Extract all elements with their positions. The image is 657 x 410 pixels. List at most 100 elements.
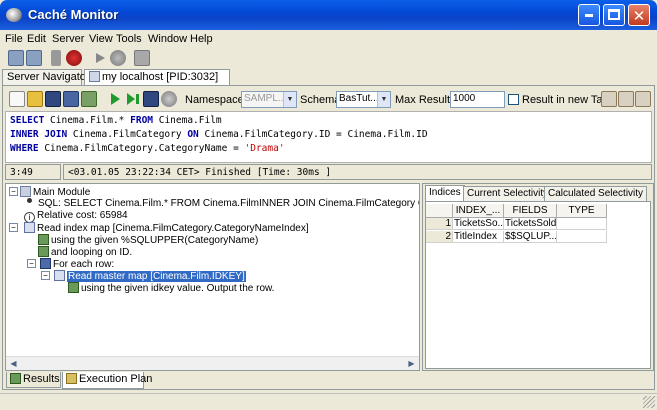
menu-bar: File Edit Server View Tools Window Help (0, 30, 657, 48)
table-cell[interactable] (557, 231, 607, 243)
menu-server[interactable]: Server (52, 33, 84, 45)
chevron-down-icon: ▼ (377, 92, 390, 107)
scroll-right-icon[interactable]: ▶ (405, 358, 418, 370)
table-cell[interactable]: TitleIndex (453, 231, 504, 243)
table-cell[interactable] (557, 218, 607, 230)
sql-line-2: INNER JOIN Cinema.FilmCategory ON Cinema… (10, 128, 647, 142)
map-icon (54, 270, 65, 281)
print-icon[interactable] (635, 91, 651, 107)
copy-icon[interactable] (81, 91, 97, 107)
plan-root[interactable]: Main Module (20, 186, 90, 198)
minimize-button[interactable] (578, 4, 600, 26)
tab-current-selectivity[interactable]: Current Selectivity (463, 186, 553, 201)
window-title-bar[interactable]: Caché Monitor ✕ (0, 0, 657, 30)
window-status-bar (0, 393, 657, 410)
bullet-icon (27, 198, 32, 203)
plan-read-master[interactable]: Read master map [Cinema.Film.IDKEY] (54, 270, 246, 282)
save-icon[interactable] (45, 91, 61, 107)
map-icon (24, 222, 35, 233)
plan-for-each[interactable]: For each row: (40, 258, 114, 270)
plan-sql[interactable]: SQL: SELECT Cinema.Film.* FROM Cinema.Fi… (24, 198, 419, 210)
run-step-icon[interactable] (125, 91, 141, 107)
tab-server-navigator[interactable]: Server Navigator (2, 69, 90, 85)
tab-localhost[interactable]: my localhost [PID:3032] (84, 69, 230, 85)
process-icon[interactable] (66, 50, 82, 66)
cursor-position: 3:49 (5, 164, 61, 180)
sql-text: Cinema.FilmCategory (67, 129, 188, 140)
sql-line-3: WHERE Cinema.FilmCategory.CategoryName =… (10, 142, 647, 156)
plan-cost[interactable]: i Relative cost: 65984 (24, 210, 128, 223)
connection-icon (89, 71, 100, 82)
new-query-icon[interactable] (9, 91, 25, 107)
collapse-icon[interactable]: − (41, 271, 50, 280)
sql-keyword: ON (187, 129, 199, 140)
import-icon[interactable] (618, 91, 634, 107)
tab-indices[interactable]: Indices (425, 185, 465, 201)
table-cell[interactable]: TicketsSo... (453, 218, 504, 230)
collapse-icon[interactable]: − (9, 187, 18, 196)
scroll-left-icon[interactable]: ◀ (7, 358, 20, 370)
resize-grip[interactable] (643, 396, 655, 408)
sql-editor[interactable]: SELECT Cinema.Film.* FROM Cinema.Film IN… (5, 111, 652, 163)
close-button[interactable]: ✕ (628, 4, 650, 26)
sql-keyword: FROM (130, 115, 154, 126)
collapse-icon[interactable]: − (9, 223, 18, 232)
module-icon (20, 186, 31, 197)
max-results-input[interactable]: 1000 (450, 91, 505, 108)
disconnect-icon[interactable] (26, 50, 42, 66)
table-row-number-header (426, 204, 453, 218)
cancel-query-icon[interactable] (161, 91, 177, 107)
sql-text: Cinema.Film (153, 115, 222, 126)
collapse-icon[interactable]: − (27, 259, 36, 268)
main-toolbar (0, 48, 657, 68)
menu-edit[interactable]: Edit (27, 33, 46, 45)
execution-plan-tree[interactable]: − Main Module SQL: SELECT Cinema.Film.* … (5, 183, 420, 371)
export-icon[interactable] (601, 91, 617, 107)
app-icon (6, 8, 22, 22)
stop-icon[interactable] (110, 50, 126, 66)
schema-value: BasTut... (339, 93, 379, 104)
result-new-tab-checkbox[interactable] (508, 94, 519, 105)
menu-help[interactable]: Help (190, 33, 213, 45)
for-each-icon (40, 258, 51, 269)
namespace-label: Namespace (185, 94, 244, 106)
run-icon[interactable] (107, 91, 123, 107)
save-as-icon[interactable] (63, 91, 79, 107)
monitor-icon[interactable] (134, 50, 150, 66)
tab-results[interactable]: Results (6, 372, 61, 388)
menu-view[interactable]: View (89, 33, 113, 45)
schema-select[interactable]: BasTut... ▼ (336, 91, 391, 108)
menu-tools[interactable]: Tools (116, 33, 142, 45)
connect-icon[interactable] (8, 50, 24, 66)
sql-text: Cinema.Film.* (44, 115, 131, 126)
plan-using-idkey[interactable]: using the given idkey value. Output the … (68, 282, 274, 294)
query-toolbar: Namespace SAMPL... ▼ Schema BasTut... ▼ … (3, 88, 654, 110)
menu-window[interactable]: Window (148, 33, 187, 45)
tab-calculated-selectivity[interactable]: Calculated Selectivity (544, 186, 648, 201)
schema-label: Schema (300, 94, 341, 106)
start-icon[interactable] (92, 50, 108, 66)
table-header-type[interactable]: TYPE (557, 204, 607, 218)
table-cell[interactable]: TicketsSold (504, 218, 557, 230)
table-cell[interactable]: $$SQLUP... (504, 231, 557, 243)
sql-keyword: SELECT (10, 115, 45, 126)
server-icon[interactable] (51, 50, 61, 66)
operation-icon (38, 234, 49, 245)
plan-looping[interactable]: and looping on ID. (38, 246, 132, 258)
namespace-value: SAMPL... (244, 93, 287, 104)
execution-plan-icon[interactable] (143, 91, 159, 107)
plan-using-given[interactable]: using the given %SQLUPPER(CategoryName) (38, 234, 258, 246)
window-title: Caché Monitor (28, 7, 119, 22)
horizontal-scrollbar[interactable]: ◀ ▶ (6, 356, 419, 370)
tab-localhost-label: my localhost [PID:3032] (102, 71, 219, 83)
sql-text: Cinema.FilmCategory.CategoryName = (38, 143, 245, 154)
menu-file[interactable]: File (5, 33, 23, 45)
indices-table[interactable]: INDEX_... FIELDS TYPE 1 TicketsSo... Tic… (425, 201, 651, 369)
plan-read-index[interactable]: Read index map [Cinema.FilmCategory.Cate… (24, 222, 309, 234)
table-header-fields[interactable]: FIELDS (504, 204, 557, 218)
namespace-select[interactable]: SAMPL... ▼ (241, 91, 297, 108)
maximize-button[interactable] (603, 4, 625, 26)
table-header-index[interactable]: INDEX_... (453, 204, 504, 218)
tab-execution-plan[interactable]: Execution Plan (62, 372, 152, 389)
open-folder-icon[interactable] (27, 91, 43, 107)
